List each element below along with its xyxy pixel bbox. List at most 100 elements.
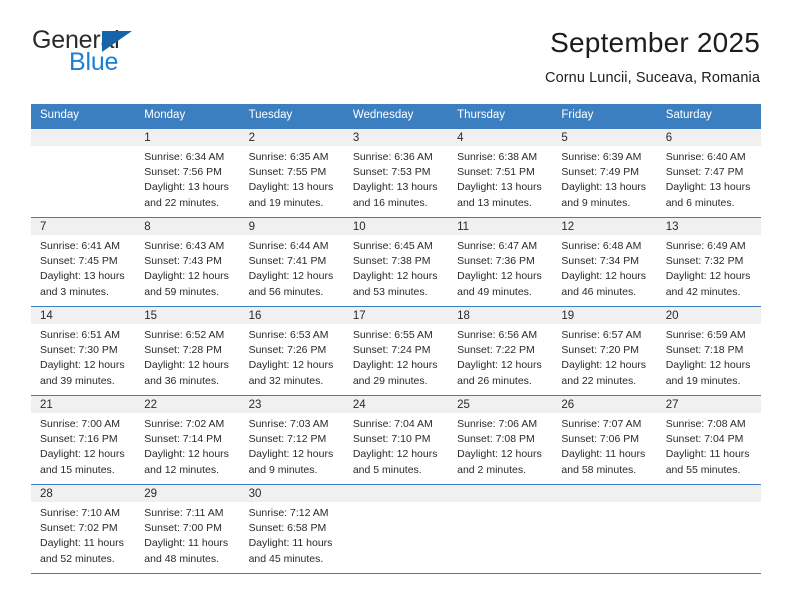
daylight-duration-line2: and 58 minutes. — [561, 463, 637, 476]
calendar-day-cell[interactable]: 25 Sunrise: 7:06 AM Sunset: 7:08 PM Dayligh… — [448, 395, 553, 484]
day-details — [448, 502, 552, 510]
calendar-day-cell[interactable]: 6 Sunrise: 6:40 AM Sunset: 7:47 PM Daylight… — [656, 128, 761, 217]
sunset-time: Sunset: 7:08 PM — [457, 433, 535, 446]
weekday-header-monday: Monday — [144, 109, 186, 121]
weekday-header-friday: Friday — [561, 109, 594, 121]
sunrise-time: Sunrise: 6:41 AM — [40, 239, 120, 252]
day-number: 30 — [239, 484, 344, 502]
sunrise-time: Sunrise: 7:11 AM — [144, 506, 224, 519]
day-details: Sunrise: 7:12 AM Sunset: 6:58 PM Daylight:… — [240, 502, 344, 571]
calendar-day-cell[interactable]: 5 Sunrise: 6:39 AM Sunset: 7:49 PM Daylight… — [552, 128, 657, 217]
sunset-time: Sunset: 7:12 PM — [248, 433, 327, 446]
sunset-time: Sunset: 7:22 PM — [457, 344, 535, 357]
calendar-day-cell[interactable]: 12 Sunrise: 6:48 AM Sunset: 7:34 PM Dayligh… — [552, 217, 657, 306]
calendar-day-cell[interactable]: 7 Sunrise: 6:41 AM Sunset: 7:45 PM Daylight… — [31, 217, 136, 306]
day-number: 11 — [448, 217, 553, 235]
calendar-day-cell[interactable]: 8 Sunrise: 6:43 AM Sunset: 7:43 PM Daylight… — [135, 217, 240, 306]
calendar-day-cell[interactable]: 20 Sunrise: 6:59 AM Sunset: 7:18 PM Dayligh… — [656, 306, 761, 395]
calendar-day-cell[interactable]: 2 Sunrise: 6:35 AM Sunset: 7:55 PM Daylight… — [239, 128, 344, 217]
daylight-duration-line2: and 56 minutes. — [248, 285, 324, 298]
sunrise-time: Sunrise: 6:48 AM — [561, 239, 642, 252]
daylight-duration-line1: Daylight: 12 hours — [40, 448, 125, 461]
sunrise-time: Sunrise: 6:55 AM — [352, 328, 433, 341]
calendar-day-cell[interactable]: 23 Sunrise: 7:03 AM Sunset: 7:12 PM Dayligh… — [239, 395, 344, 484]
calendar-day-cell[interactable]: 17 Sunrise: 6:55 AM Sunset: 7:24 PM Dayligh… — [343, 306, 449, 395]
weekday-header-wednesday: Wednesday — [352, 109, 414, 121]
sunset-time: Sunset: 7:56 PM — [144, 166, 222, 179]
calendar-day-cell[interactable]: 19 Sunrise: 6:57 AM Sunset: 7:20 PM Dayligh… — [552, 306, 657, 395]
day-details: Sunrise: 6:47 AM Sunset: 7:36 PM Daylight:… — [448, 235, 552, 304]
calendar-day-cell[interactable]: 3 Sunrise: 6:36 AM Sunset: 7:53 PM Daylight… — [343, 128, 449, 217]
day-details: Sunrise: 7:06 AM Sunset: 7:08 PM Daylight:… — [448, 413, 552, 482]
day-details — [657, 502, 761, 510]
general-blue-logo[interactable]: General Blue — [32, 26, 152, 78]
calendar-day-cell[interactable]: 21 Sunrise: 7:00 AM Sunset: 7:16 PM Dayligh… — [31, 395, 136, 484]
day-number: 10 — [343, 217, 449, 235]
day-number: 15 — [135, 306, 240, 324]
daylight-duration-line2: and 15 minutes. — [40, 463, 115, 476]
daylight-duration-line2: and 45 minutes. — [248, 552, 324, 565]
calendar-week-row: 1 Sunrise: 6:34 AM Sunset: 7:56 PM Daylight… — [31, 128, 761, 218]
daylight-duration-line2: and 2 minutes. — [457, 463, 527, 476]
day-number: 17 — [343, 306, 449, 324]
sunrise-time: Sunrise: 7:06 AM — [457, 417, 538, 430]
calendar-day-cell[interactable]: 28 Sunrise: 7:10 AM Sunset: 7:02 PM Dayligh… — [31, 484, 136, 573]
day-details: Sunrise: 7:02 AM Sunset: 7:14 PM Daylight:… — [135, 413, 239, 482]
calendar-day-cell[interactable]: 14 Sunrise: 6:51 AM Sunset: 7:30 PM Dayligh… — [31, 306, 136, 395]
daylight-duration-line1: Daylight: 12 hours — [561, 359, 647, 372]
calendar-day-cell[interactable]: 24 Sunrise: 7:04 AM Sunset: 7:10 PM Dayligh… — [343, 395, 449, 484]
sunset-time: Sunset: 7:10 PM — [352, 433, 431, 446]
day-number: 9 — [239, 217, 344, 235]
daylight-duration-line1: Daylight: 11 hours — [665, 448, 750, 461]
weekday-header-row: Sunday Monday Tuesday Wednesday Thursday Frid… — [31, 104, 761, 129]
logo-secondary-text: Blue — [69, 48, 119, 76]
sunrise-time: Sunrise: 6:52 AM — [144, 328, 225, 341]
day-number: 26 — [552, 395, 657, 413]
calendar-day-cell[interactable]: 16 Sunrise: 6:53 AM Sunset: 7:26 PM Dayligh… — [239, 306, 344, 395]
calendar-day-cell[interactable]: 26 Sunrise: 7:07 AM Sunset: 7:06 PM Dayligh… — [552, 395, 657, 484]
title-block: September 2025 Cornu Luncii, Suceava, Ro… — [545, 26, 760, 86]
day-number: 5 — [552, 128, 657, 146]
calendar-day-cell[interactable]: 15 Sunrise: 6:52 AM Sunset: 7:28 PM Dayligh… — [135, 306, 240, 395]
day-number: 22 — [135, 395, 240, 413]
calendar-day-cell[interactable]: 11 Sunrise: 6:47 AM Sunset: 7:36 PM Dayligh… — [448, 217, 553, 306]
day-details: Sunrise: 6:52 AM Sunset: 7:28 PM Daylight:… — [135, 324, 239, 393]
calendar-day-cell[interactable]: 9 Sunrise: 6:44 AM Sunset: 7:41 PM Daylight… — [239, 217, 344, 306]
sunrise-time: Sunrise: 6:39 AM — [561, 150, 642, 163]
calendar-week-row: 7 Sunrise: 6:41 AM Sunset: 7:45 PM Daylight… — [31, 217, 761, 307]
daylight-duration-line1: Daylight: 12 hours — [352, 448, 438, 461]
calendar-day-cell[interactable]: 4 Sunrise: 6:38 AM Sunset: 7:51 PM Daylight… — [448, 128, 553, 217]
calendar-day-cell[interactable]: 30 Sunrise: 7:12 AM Sunset: 6:58 PM Dayligh… — [239, 484, 344, 573]
daylight-duration-line1: Daylight: 11 hours — [40, 537, 124, 550]
calendar-day-cell[interactable]: 22 Sunrise: 7:02 AM Sunset: 7:14 PM Dayligh… — [135, 395, 240, 484]
sunset-time: Sunset: 7:26 PM — [248, 344, 327, 357]
sunrise-time: Sunrise: 7:10 AM — [40, 506, 120, 519]
calendar-day-cell[interactable]: 29 Sunrise: 7:11 AM Sunset: 7:00 PM Dayligh… — [135, 484, 240, 573]
calendar-day-cell[interactable]: 27 Sunrise: 7:08 AM Sunset: 7:04 PM Dayligh… — [656, 395, 761, 484]
day-number: 8 — [135, 217, 240, 235]
sunrise-time: Sunrise: 6:38 AM — [457, 150, 538, 163]
daylight-duration-line1: Daylight: 13 hours — [457, 181, 542, 194]
sunrise-time: Sunrise: 6:45 AM — [352, 239, 433, 252]
sunrise-time: Sunrise: 6:36 AM — [352, 150, 433, 163]
day-details — [31, 146, 135, 154]
calendar-day-cell[interactable]: 10 Sunrise: 6:45 AM Sunset: 7:38 PM Dayligh… — [343, 217, 449, 306]
day-details — [344, 502, 448, 510]
daylight-duration-line1: Daylight: 12 hours — [144, 448, 229, 461]
day-number: 2 — [239, 128, 344, 146]
calendar-day-cell[interactable]: 18 Sunrise: 6:56 AM Sunset: 7:22 PM Dayligh… — [448, 306, 553, 395]
daylight-duration-line1: Daylight: 13 hours — [144, 181, 229, 194]
sunrise-time: Sunrise: 6:57 AM — [561, 328, 642, 341]
daylight-duration-line2: and 9 minutes. — [248, 463, 318, 476]
daylight-duration-line2: and 9 minutes. — [561, 196, 631, 209]
daylight-duration-line2: and 32 minutes. — [248, 374, 324, 387]
sunrise-time: Sunrise: 7:03 AM — [248, 417, 329, 430]
sunset-time: Sunset: 7:34 PM — [561, 255, 640, 268]
daylight-duration-line2: and 46 minutes. — [561, 285, 637, 298]
calendar-day-cell[interactable]: 13 Sunrise: 6:49 AM Sunset: 7:32 PM Dayligh… — [656, 217, 761, 306]
sunset-time: Sunset: 7:02 PM — [40, 522, 118, 535]
daylight-duration-line2: and 29 minutes. — [352, 374, 428, 387]
calendar-day-cell-empty — [343, 484, 449, 573]
sunrise-time: Sunrise: 7:08 AM — [665, 417, 746, 430]
calendar-day-cell[interactable]: 1 Sunrise: 6:34 AM Sunset: 7:56 PM Daylight… — [135, 128, 240, 217]
